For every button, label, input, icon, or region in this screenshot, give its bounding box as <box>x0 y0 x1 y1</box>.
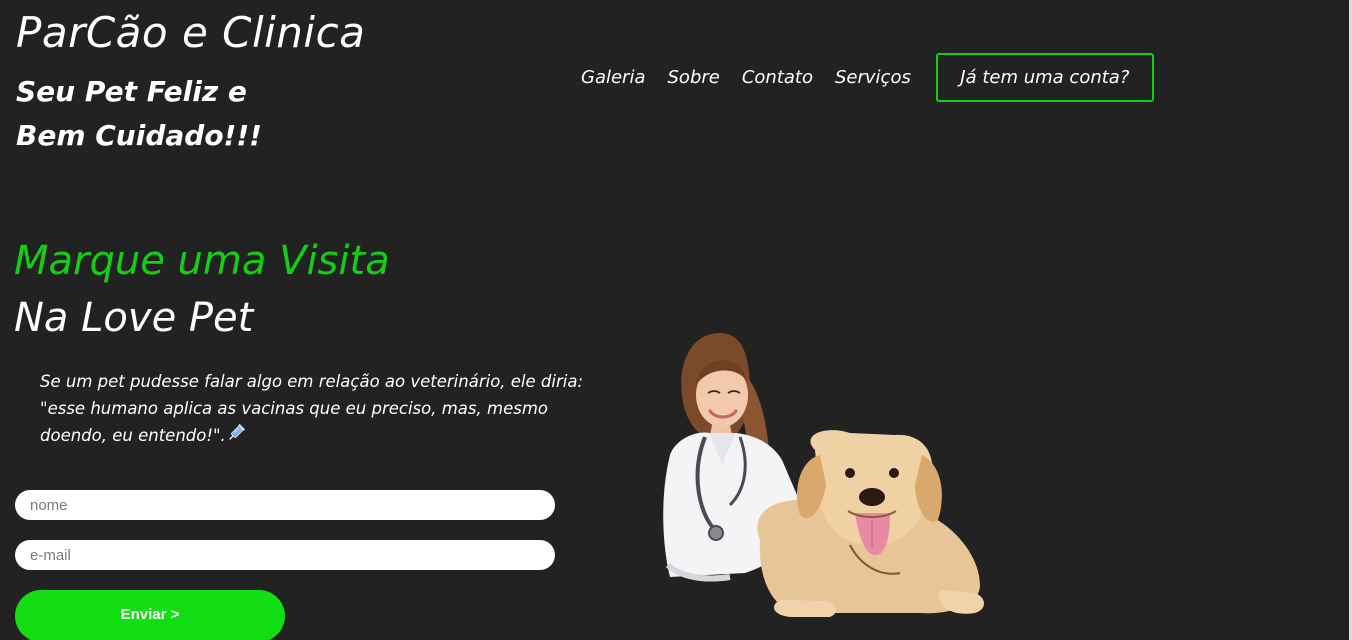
hero-heading-accent: Marque uma Visita <box>14 238 390 284</box>
hero-quote-text: Se um pet pudesse falar algo em relação … <box>40 372 584 445</box>
nav-link-sobre[interactable]: Sobre <box>668 67 720 88</box>
hero-quote: Se um pet pudesse falar algo em relação … <box>40 368 608 451</box>
dog-figure <box>757 430 985 617</box>
hero-heading: Marque uma Visita Na Love Pet <box>14 232 390 346</box>
vet-with-dog-image <box>663 333 985 617</box>
brand-tagline: Seu Pet Feliz e Bem Cuidado!!! <box>16 75 262 152</box>
nav-link-contato[interactable]: Contato <box>742 67 813 88</box>
submit-button[interactable]: Enviar > <box>15 590 285 640</box>
syringe-icon <box>226 423 246 451</box>
hero-heading-main: Na Love Pet <box>14 295 254 341</box>
name-input[interactable] <box>15 490 555 520</box>
email-input[interactable] <box>15 540 555 570</box>
login-button[interactable]: Já tem uma conta? <box>935 53 1154 102</box>
main-nav: Galeria Sobre Contato Serviços Já tem um… <box>570 53 1154 102</box>
nav-link-servicos[interactable]: Serviços <box>835 67 911 88</box>
brand-title: ParCão e Clinica <box>16 8 366 57</box>
nav-link-galeria[interactable]: Galeria <box>581 67 646 88</box>
